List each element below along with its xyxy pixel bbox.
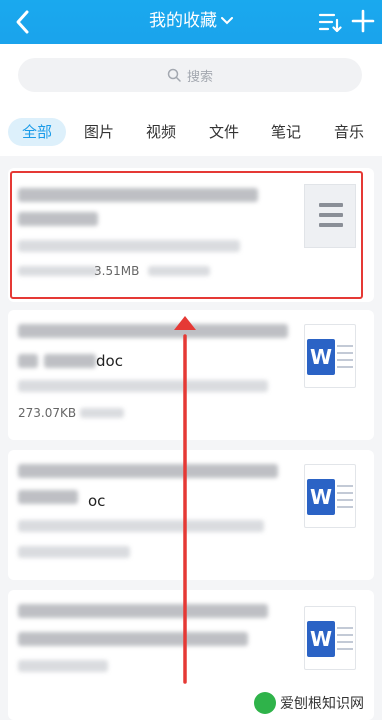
category-tabs: 全部 图片 视频 文件 笔记 音乐 xyxy=(0,106,382,156)
doc-rule xyxy=(337,634,353,636)
doc-rule xyxy=(337,506,353,508)
search-section: 搜索 xyxy=(0,44,382,106)
watermark-logo-icon xyxy=(254,692,276,714)
file-size: 273.07KB xyxy=(18,406,77,420)
blurred-meta xyxy=(80,408,124,418)
doc-rule xyxy=(337,641,353,643)
plus-icon[interactable] xyxy=(350,8,376,34)
tab-all[interactable]: 全部 xyxy=(8,118,67,146)
blurred-title xyxy=(18,354,38,368)
watermark-text: 爱刨根知识网 xyxy=(280,696,364,712)
blurred-meta xyxy=(18,546,130,558)
file-name-ext: doc xyxy=(96,352,123,370)
tab-files[interactable]: 文件 xyxy=(209,118,239,146)
word-badge: W xyxy=(307,621,335,657)
header-bar: 我的收藏 xyxy=(0,0,382,44)
blurred-title xyxy=(18,490,78,504)
blurred-preview xyxy=(18,660,108,672)
file-name-ext: oc xyxy=(88,492,106,510)
doc-rule xyxy=(337,648,353,650)
tab-notes[interactable]: 笔记 xyxy=(271,118,301,146)
doc-rule xyxy=(337,359,353,361)
word-badge: W xyxy=(307,339,335,375)
chevron-down-icon xyxy=(221,17,233,25)
tab-videos[interactable]: 视频 xyxy=(146,118,176,146)
doc-rule xyxy=(337,499,353,501)
blurred-preview xyxy=(18,380,268,392)
up-arrow-annotation xyxy=(174,316,196,684)
blurred-title xyxy=(18,464,278,478)
doc-rule xyxy=(337,366,353,368)
highlight-box xyxy=(10,171,363,299)
word-doc-icon: W xyxy=(304,606,356,670)
word-badge: W xyxy=(307,479,335,515)
doc-rule xyxy=(337,345,353,347)
doc-rule xyxy=(337,627,353,629)
blurred-preview xyxy=(18,520,264,532)
tab-music[interactable]: 音乐 xyxy=(334,118,364,146)
blurred-title xyxy=(44,354,96,368)
word-doc-icon: W xyxy=(304,464,356,528)
sort-list-icon[interactable] xyxy=(318,10,342,34)
tab-images[interactable]: 图片 xyxy=(84,118,114,146)
blurred-title xyxy=(18,324,288,338)
page-title-text: 我的收藏 xyxy=(149,11,217,31)
search-input[interactable]: 搜索 xyxy=(18,58,362,92)
blurred-title xyxy=(18,632,248,646)
search-icon xyxy=(167,68,181,82)
site-watermark: 爱刨根知识网 xyxy=(254,690,374,716)
doc-rule xyxy=(337,485,353,487)
search-placeholder: 搜索 xyxy=(186,69,213,85)
doc-rule xyxy=(337,352,353,354)
doc-rule xyxy=(337,492,353,494)
word-doc-icon: W xyxy=(304,324,356,388)
blurred-title xyxy=(18,604,268,618)
